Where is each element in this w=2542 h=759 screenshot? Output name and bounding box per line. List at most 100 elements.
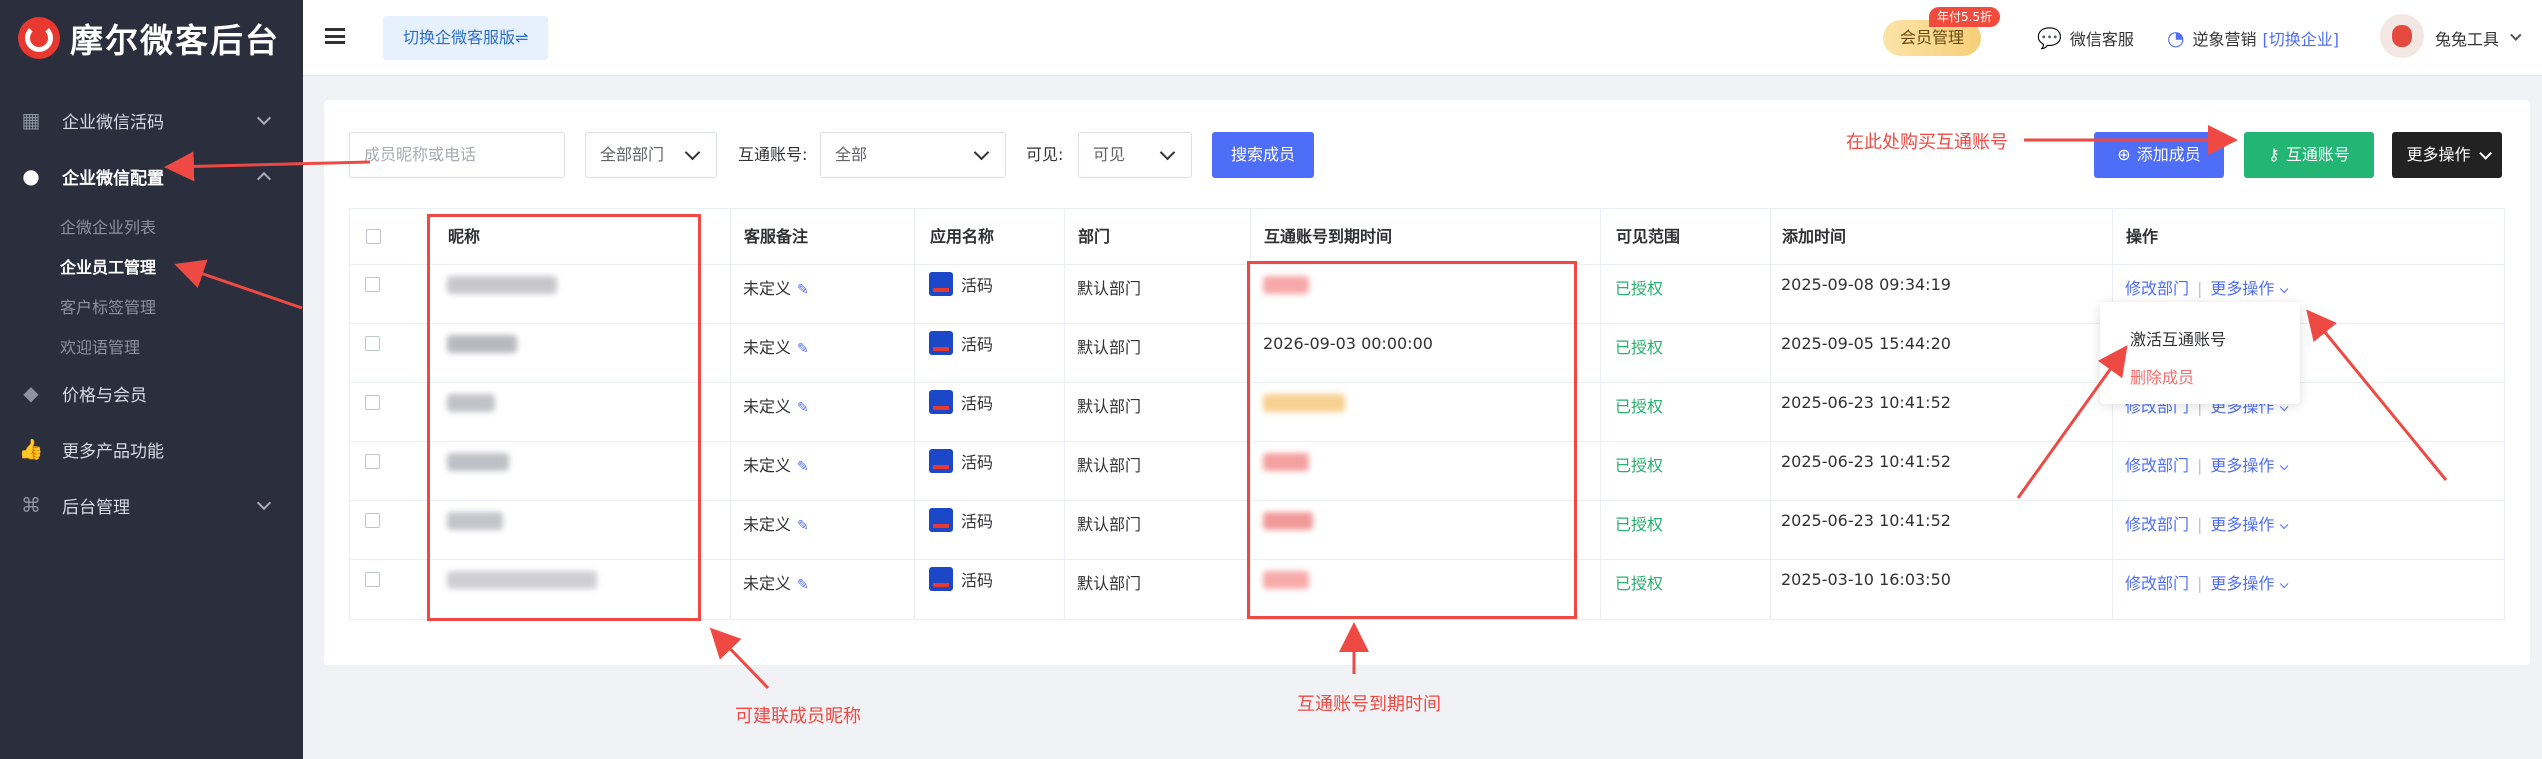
submenu-customer-tags[interactable]: 客户标签管理 [60,294,156,318]
department-cell: 默认部门 [1077,279,1142,298]
added-time-cell: 2025-09-05 15:44:20 [1781,334,1951,353]
marketing-link[interactable]: ◔ 逆象营销 [切换企业] [2167,26,2339,50]
command-icon: ⌘ [21,493,41,517]
operations-cell: 修改部门 | 更多操作 [2125,275,2289,299]
row-checkbox[interactable] [365,336,380,351]
top-header: 切换企微客服版⇌ 会员管理 年付5.5折 💬 微信客服 ◔ 逆象营销 [切换企业… [303,0,2542,76]
brand[interactable]: 摩尔微客后台 [18,16,280,60]
wechat-service-link[interactable]: 💬 微信客服 [2037,26,2134,50]
remark-cell[interactable]: 未定义 ✎ [743,511,809,535]
remark-text: 未定义 [743,574,792,593]
edit-department-link[interactable]: 修改部门 [2125,279,2189,298]
sidebar-item-more-products[interactable]: 👍 更多产品功能 [0,421,303,477]
app-name: 活码 [961,512,994,531]
sidebar: 摩尔微客后台 ▦ 企业微信活码 ● 企业微信配置 企微企业列表 企业员工管理 客… [0,0,303,759]
app-logo-icon [929,508,953,532]
column-header-app: 应用名称 [930,227,995,246]
remark-cell[interactable]: 未定义 ✎ [743,275,809,299]
remark-cell[interactable]: 未定义 ✎ [743,452,809,476]
more-operations-label: 更多操作 [2210,574,2275,593]
app-name: 活码 [961,453,994,472]
edit-department-link[interactable]: 修改部门 [2125,456,2189,475]
switch-version-button[interactable]: 切换企微客服版⇌ [383,16,549,60]
column-header-department: 部门 [1078,227,1111,246]
edit-pencil-icon[interactable]: ✎ [797,282,809,298]
visible-select[interactable]: 可见 [1078,132,1192,178]
sidebar-item-label: 企业微信活码 [62,112,164,133]
operations-cell: 修改部门 | 更多操作 [2125,511,2289,535]
row-checkbox[interactable] [365,513,380,528]
remark-cell[interactable]: 未定义 ✎ [743,393,809,417]
remark-text: 未定义 [743,456,792,475]
submenu-company-list[interactable]: 企微企业列表 [60,214,156,238]
added-time-cell: 2025-06-23 10:41:52 [1781,393,1951,412]
select-all-checkbox[interactable] [366,229,381,244]
app-name: 活码 [961,394,994,413]
app-cell: 活码 [929,449,993,473]
add-member-button[interactable]: ⊕ 添加成员 [2094,132,2224,178]
marketing-icon: ◔ [2167,26,2185,50]
more-actions-dropdown: 激活互通账号 删除成员 [2100,302,2300,404]
divider: | [2197,574,2203,593]
sidebar-item-qrcode[interactable]: ▦ 企业微信活码 [0,92,303,148]
row-checkbox[interactable] [365,454,380,469]
edit-department-link[interactable]: 修改部门 [2125,574,2189,593]
department-cell: 默认部门 [1077,456,1142,475]
app-name: 活码 [961,335,994,354]
visible-filter-label: 可见: [1026,145,1064,164]
activate-account-item[interactable]: 激活互通账号 [2130,326,2226,350]
remark-text: 未定义 [743,515,792,534]
department-cell: 默认部门 [1077,397,1142,416]
wechat-service-label: 微信客服 [2069,30,2134,49]
brand-title: 摩尔微客后台 [70,21,280,60]
more-actions-button[interactable]: 更多操作 [2392,132,2502,178]
row-checkbox[interactable] [365,277,380,292]
department-select[interactable]: 全部部门 [585,132,717,178]
user-menu[interactable]: 兔兔工具 [2435,26,2522,50]
marketing-label: 逆象营销 [2192,30,2257,49]
row-checkbox[interactable] [365,572,380,587]
avatar[interactable] [2380,14,2424,58]
edit-pencil-icon[interactable]: ✎ [797,341,809,357]
interop-account-button[interactable]: ⚷ 互通账号 [2244,132,2374,178]
edit-pencil-icon[interactable]: ✎ [797,577,809,593]
sidebar-item-admin[interactable]: ⌘ 后台管理 [0,477,303,533]
vip-discount-badge: 年付5.5折 [1929,7,2001,27]
wechat-icon: 💬 [2037,26,2062,50]
submenu-employee-management[interactable]: 企业员工管理 [60,254,156,278]
more-operations-link[interactable]: 更多操作 [2210,574,2289,593]
more-operations-link[interactable]: 更多操作 [2210,456,2289,475]
edit-department-link[interactable]: 修改部门 [2125,515,2189,534]
app-name: 活码 [961,276,994,295]
app-logo-icon [929,331,953,355]
submenu-welcome-message[interactable]: 欢迎语管理 [60,334,140,358]
expire-note: 互通账号到期时间 [1297,694,1441,715]
username: 兔兔工具 [2435,30,2500,49]
search-members-button[interactable]: 搜索成员 [1212,132,1314,178]
row-checkbox[interactable] [365,395,380,410]
more-operations-link[interactable]: 更多操作 [2210,515,2289,534]
more-operations-link[interactable]: 更多操作 [2210,279,2289,298]
edit-pencil-icon[interactable]: ✎ [797,459,809,475]
add-member-label: 添加成员 [2136,145,2201,164]
operations-cell: 修改部门 | 更多操作 [2125,452,2289,476]
sidebar-item-pricing[interactable]: ◆ 价格与会员 [0,365,303,421]
app-logo-icon [929,390,953,414]
sidebar-item-label: 企业微信配置 [62,168,164,189]
switch-company-link[interactable]: [切换企业] [2262,26,2339,50]
chevron-down-icon [256,110,272,126]
nickname-highlight-box [427,214,701,621]
menu-toggle-icon[interactable] [325,28,345,44]
edit-pencil-icon[interactable]: ✎ [797,518,809,534]
edit-pencil-icon[interactable]: ✎ [797,400,809,416]
app-cell: 活码 [929,331,993,355]
department-cell: 默认部门 [1077,515,1142,534]
app-cell: 活码 [929,390,993,414]
member-search-input[interactable]: 成员昵称或电话 [349,132,565,178]
delete-member-item[interactable]: 删除成员 [2130,364,2194,388]
remark-cell[interactable]: 未定义 ✎ [743,570,809,594]
remark-cell[interactable]: 未定义 ✎ [743,334,809,358]
account-select[interactable]: 全部 [820,132,1006,178]
sidebar-item-wecom-config[interactable]: ● 企业微信配置 [0,148,303,204]
nickname-note: 可建联成员昵称 [735,706,861,727]
